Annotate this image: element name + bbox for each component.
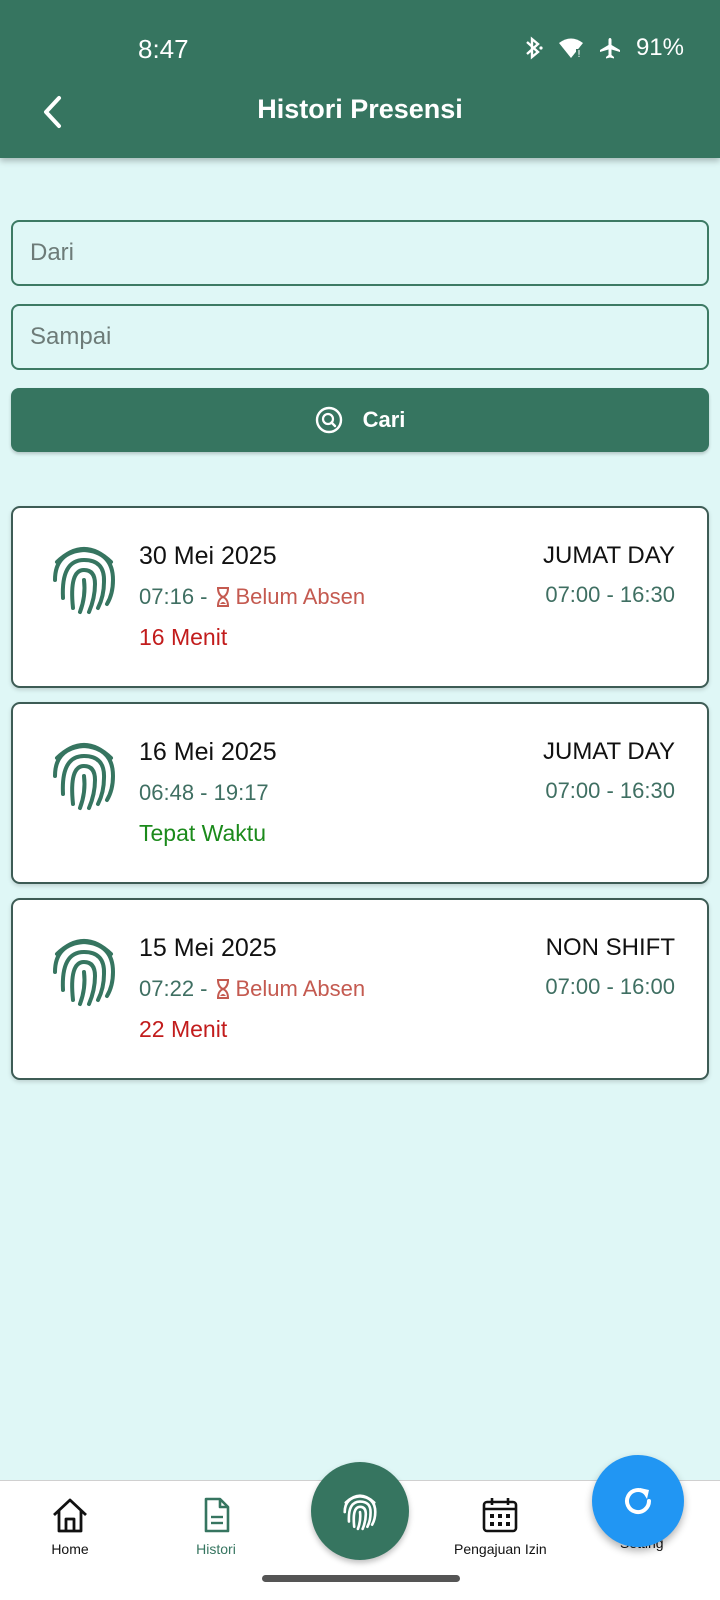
- record-times: 07:16 - Belum Absen: [139, 584, 365, 610]
- nav-pengajuan-izin[interactable]: Pengajuan Izin: [454, 1495, 547, 1557]
- battery-level: 91%: [635, 34, 684, 61]
- refresh-button[interactable]: [592, 1455, 684, 1547]
- nav-histori-label: Histori: [196, 1541, 236, 1557]
- late-duration: 16 Menit: [139, 624, 228, 650]
- fingerprint-icon: [53, 547, 116, 614]
- record-times: 07:22 - Belum Absen: [139, 976, 365, 1002]
- record-date: 30 Mei 2025: [139, 542, 277, 570]
- page-title: Histori Presensi: [257, 94, 463, 124]
- calendar-icon: [483, 1498, 518, 1533]
- hourglass-icon: [216, 979, 229, 999]
- shift-name: NON SHIFT: [545, 934, 675, 961]
- check-in-time: 07:22 -: [139, 976, 208, 1001]
- shift-time: 07:00 - 16:00: [545, 974, 675, 999]
- shift-name: JUMAT DAY: [542, 542, 675, 569]
- status-time: 8:47: [138, 34, 189, 64]
- search-button[interactable]: Cari: [11, 388, 709, 452]
- svg-text:!: !: [577, 49, 581, 59]
- document-icon: [204, 1497, 230, 1533]
- attendance-scan-button[interactable]: [311, 1462, 409, 1560]
- check-out-status: Belum Absen: [216, 584, 366, 610]
- search-icon: [315, 406, 342, 434]
- search-button-label: Cari: [362, 407, 406, 432]
- on-time-status: Tepat Waktu: [139, 820, 266, 846]
- shift-time: 07:00 - 16:30: [545, 778, 675, 803]
- check-out-label: Belum Absen: [235, 584, 366, 609]
- check-in-time: 07:16 -: [139, 584, 208, 609]
- check-out-status: Belum Absen: [216, 976, 366, 1002]
- attendance-card[interactable]: 30 Mei 2025 07:16 - Belum Absen 16 Menit…: [11, 506, 709, 688]
- check-out-label: Belum Absen: [235, 976, 366, 1001]
- refresh-icon: [625, 1488, 652, 1515]
- fingerprint-icon: [53, 743, 116, 810]
- record-times: 06:48 - 19:17: [139, 780, 269, 806]
- nav-home-label: Home: [51, 1541, 89, 1557]
- hourglass-icon: [216, 587, 229, 607]
- nav-histori[interactable]: Histori: [196, 1495, 236, 1557]
- to-date-input[interactable]: [30, 323, 707, 351]
- app-bar: 8:47 ! 91% Histori Presensi: [0, 0, 720, 158]
- home-icon: [53, 1498, 87, 1533]
- to-date-field[interactable]: [11, 304, 709, 370]
- from-date-field[interactable]: [11, 220, 709, 286]
- record-date: 15 Mei 2025: [139, 934, 277, 962]
- record-date: 16 Mei 2025: [139, 738, 277, 766]
- fingerprint-icon: [343, 1494, 377, 1531]
- airplane-icon: [599, 38, 620, 59]
- attendance-card[interactable]: 16 Mei 2025 06:48 - 19:17 Tepat Waktu JU…: [11, 702, 709, 884]
- home-indicator: [262, 1575, 460, 1582]
- late-duration: 22 Menit: [139, 1016, 228, 1042]
- fingerprint-icon: [53, 939, 116, 1006]
- shift-name: JUMAT DAY: [542, 738, 675, 765]
- nav-home[interactable]: Home: [50, 1495, 90, 1557]
- check-in-time: 06:48 - 19:17: [139, 780, 269, 805]
- bluetooth-icon: [526, 36, 543, 60]
- wifi-icon: !: [558, 38, 583, 59]
- nav-izin-label: Pengajuan Izin: [454, 1541, 547, 1557]
- attendance-card[interactable]: 15 Mei 2025 07:22 - Belum Absen 22 Menit…: [11, 898, 709, 1080]
- shift-time: 07:00 - 16:30: [545, 582, 675, 607]
- status-icons: ! 91%: [522, 34, 684, 62]
- from-date-input[interactable]: [30, 239, 707, 267]
